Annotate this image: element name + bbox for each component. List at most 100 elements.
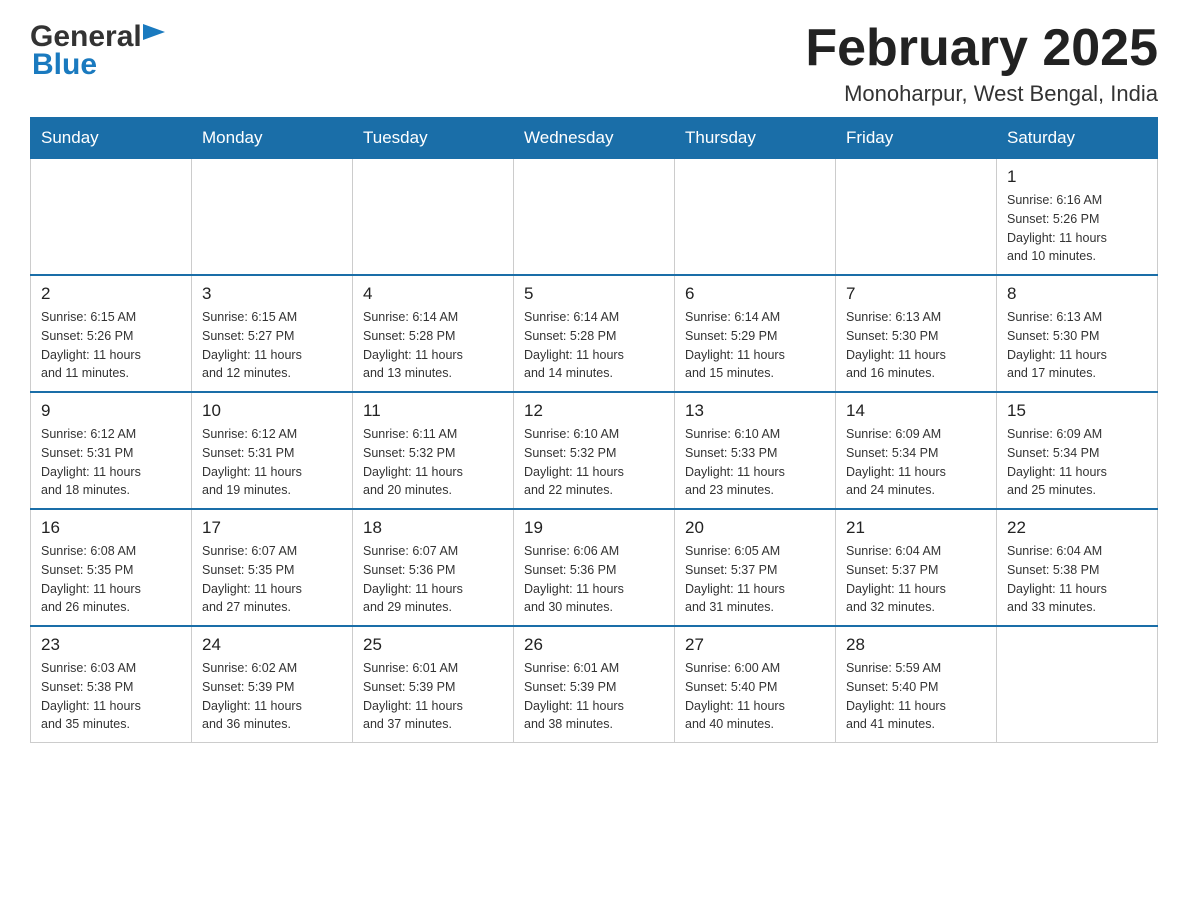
day-number: 5	[524, 284, 664, 304]
calendar-cell: 24 Sunrise: 6:02 AMSunset: 5:39 PMDayligh…	[192, 626, 353, 743]
week-row-5: 23 Sunrise: 6:03 AMSunset: 5:38 PMDayligh…	[31, 626, 1158, 743]
day-info: Sunrise: 6:05 AMSunset: 5:37 PMDaylight:…	[685, 542, 825, 617]
calendar-cell	[675, 159, 836, 276]
calendar-cell: 21 Sunrise: 6:04 AMSunset: 5:37 PMDayligh…	[836, 509, 997, 626]
day-number: 20	[685, 518, 825, 538]
day-number: 25	[363, 635, 503, 655]
calendar-cell: 9 Sunrise: 6:12 AMSunset: 5:31 PMDaylight…	[31, 392, 192, 509]
calendar-cell: 19 Sunrise: 6:06 AMSunset: 5:36 PMDayligh…	[514, 509, 675, 626]
calendar-cell: 3 Sunrise: 6:15 AMSunset: 5:27 PMDaylight…	[192, 275, 353, 392]
day-number: 17	[202, 518, 342, 538]
day-info: Sunrise: 6:14 AMSunset: 5:29 PMDaylight:…	[685, 308, 825, 383]
day-info: Sunrise: 6:10 AMSunset: 5:32 PMDaylight:…	[524, 425, 664, 500]
day-info: Sunrise: 6:04 AMSunset: 5:38 PMDaylight:…	[1007, 542, 1147, 617]
day-info: Sunrise: 6:09 AMSunset: 5:34 PMDaylight:…	[846, 425, 986, 500]
week-row-1: 1Sunrise: 6:16 AMSunset: 5:26 PMDaylight…	[31, 159, 1158, 276]
day-number: 11	[363, 401, 503, 421]
calendar-title-area: February 2025 Monoharpur, West Bengal, I…	[805, 20, 1158, 107]
day-info: Sunrise: 5:59 AMSunset: 5:40 PMDaylight:…	[846, 659, 986, 734]
day-info: Sunrise: 6:14 AMSunset: 5:28 PMDaylight:…	[363, 308, 503, 383]
day-info: Sunrise: 6:00 AMSunset: 5:40 PMDaylight:…	[685, 659, 825, 734]
day-info: Sunrise: 6:02 AMSunset: 5:39 PMDaylight:…	[202, 659, 342, 734]
day-info: Sunrise: 6:07 AMSunset: 5:36 PMDaylight:…	[363, 542, 503, 617]
calendar-cell: 13 Sunrise: 6:10 AMSunset: 5:33 PMDayligh…	[675, 392, 836, 509]
calendar-cell: 20 Sunrise: 6:05 AMSunset: 5:37 PMDayligh…	[675, 509, 836, 626]
day-header-tuesday: Tuesday	[353, 118, 514, 159]
day-info: Sunrise: 6:09 AMSunset: 5:34 PMDaylight:…	[1007, 425, 1147, 500]
day-number: 9	[41, 401, 181, 421]
day-info: Sunrise: 6:06 AMSunset: 5:36 PMDaylight:…	[524, 542, 664, 617]
day-info: Sunrise: 6:13 AMSunset: 5:30 PMDaylight:…	[1007, 308, 1147, 383]
location-title: Monoharpur, West Bengal, India	[805, 81, 1158, 107]
calendar-cell	[997, 626, 1158, 743]
day-header-friday: Friday	[836, 118, 997, 159]
day-info: Sunrise: 6:16 AMSunset: 5:26 PMDaylight:…	[1007, 191, 1147, 266]
day-info: Sunrise: 6:10 AMSunset: 5:33 PMDaylight:…	[685, 425, 825, 500]
day-number: 16	[41, 518, 181, 538]
day-number: 10	[202, 401, 342, 421]
calendar-cell: 26 Sunrise: 6:01 AMSunset: 5:39 PMDayligh…	[514, 626, 675, 743]
day-number: 19	[524, 518, 664, 538]
calendar-cell: 22Sunrise: 6:04 AMSunset: 5:38 PMDayligh…	[997, 509, 1158, 626]
logo-blue-text: Blue	[32, 48, 97, 82]
calendar-cell: 17Sunrise: 6:07 AMSunset: 5:35 PMDayligh…	[192, 509, 353, 626]
day-info: Sunrise: 6:01 AMSunset: 5:39 PMDaylight:…	[363, 659, 503, 734]
month-title: February 2025	[805, 20, 1158, 77]
day-info: Sunrise: 6:03 AMSunset: 5:38 PMDaylight:…	[41, 659, 181, 734]
day-info: Sunrise: 6:01 AMSunset: 5:39 PMDaylight:…	[524, 659, 664, 734]
day-number: 2	[41, 284, 181, 304]
day-number: 8	[1007, 284, 1147, 304]
calendar-cell: 7Sunrise: 6:13 AMSunset: 5:30 PMDaylight…	[836, 275, 997, 392]
day-info: Sunrise: 6:04 AMSunset: 5:37 PMDaylight:…	[846, 542, 986, 617]
day-number: 13	[685, 401, 825, 421]
calendar-cell	[836, 159, 997, 276]
calendar-cell	[31, 159, 192, 276]
day-info: Sunrise: 6:15 AMSunset: 5:27 PMDaylight:…	[202, 308, 342, 383]
calendar-cell: 1Sunrise: 6:16 AMSunset: 5:26 PMDaylight…	[997, 159, 1158, 276]
day-number: 3	[202, 284, 342, 304]
calendar-cell: 14 Sunrise: 6:09 AMSunset: 5:34 PMDayligh…	[836, 392, 997, 509]
calendar-cell: 8 Sunrise: 6:13 AMSunset: 5:30 PMDaylight…	[997, 275, 1158, 392]
calendar-cell: 10 Sunrise: 6:12 AMSunset: 5:31 PMDayligh…	[192, 392, 353, 509]
day-number: 7	[846, 284, 986, 304]
day-number: 15	[1007, 401, 1147, 421]
calendar-cell: 15 Sunrise: 6:09 AMSunset: 5:34 PMDayligh…	[997, 392, 1158, 509]
calendar-cell: 23 Sunrise: 6:03 AMSunset: 5:38 PMDayligh…	[31, 626, 192, 743]
day-number: 21	[846, 518, 986, 538]
day-header-thursday: Thursday	[675, 118, 836, 159]
calendar-cell: 2 Sunrise: 6:15 AMSunset: 5:26 PMDaylight…	[31, 275, 192, 392]
logo: General Blue	[30, 20, 165, 82]
day-info: Sunrise: 6:14 AMSunset: 5:28 PMDaylight:…	[524, 308, 664, 383]
day-info: Sunrise: 6:12 AMSunset: 5:31 PMDaylight:…	[41, 425, 181, 500]
week-row-2: 2 Sunrise: 6:15 AMSunset: 5:26 PMDaylight…	[31, 275, 1158, 392]
day-number: 23	[41, 635, 181, 655]
day-number: 26	[524, 635, 664, 655]
page-header: General Blue February 2025 Monoharpur, W…	[30, 20, 1158, 107]
calendar-cell: 11Sunrise: 6:11 AMSunset: 5:32 PMDayligh…	[353, 392, 514, 509]
calendar-cell	[514, 159, 675, 276]
day-number: 27	[685, 635, 825, 655]
calendar-cell: 6 Sunrise: 6:14 AMSunset: 5:29 PMDaylight…	[675, 275, 836, 392]
calendar-cell	[192, 159, 353, 276]
day-number: 12	[524, 401, 664, 421]
day-header-wednesday: Wednesday	[514, 118, 675, 159]
week-row-3: 9 Sunrise: 6:12 AMSunset: 5:31 PMDaylight…	[31, 392, 1158, 509]
week-row-4: 16 Sunrise: 6:08 AMSunset: 5:35 PMDayligh…	[31, 509, 1158, 626]
day-header-saturday: Saturday	[997, 118, 1158, 159]
day-info: Sunrise: 6:08 AMSunset: 5:35 PMDaylight:…	[41, 542, 181, 617]
day-number: 6	[685, 284, 825, 304]
day-header-monday: Monday	[192, 118, 353, 159]
calendar-cell	[353, 159, 514, 276]
calendar-table: SundayMondayTuesdayWednesdayThursdayFrid…	[30, 117, 1158, 743]
day-number: 14	[846, 401, 986, 421]
day-number: 28	[846, 635, 986, 655]
day-number: 24	[202, 635, 342, 655]
day-info: Sunrise: 6:15 AMSunset: 5:26 PMDaylight:…	[41, 308, 181, 383]
calendar-cell: 5 Sunrise: 6:14 AMSunset: 5:28 PMDaylight…	[514, 275, 675, 392]
logo-arrow-icon	[143, 24, 165, 46]
calendar-cell: 4Sunrise: 6:14 AMSunset: 5:28 PMDaylight…	[353, 275, 514, 392]
day-number: 18	[363, 518, 503, 538]
calendar-cell: 28 Sunrise: 5:59 AMSunset: 5:40 PMDayligh…	[836, 626, 997, 743]
day-info: Sunrise: 6:12 AMSunset: 5:31 PMDaylight:…	[202, 425, 342, 500]
calendar-cell: 16 Sunrise: 6:08 AMSunset: 5:35 PMDayligh…	[31, 509, 192, 626]
